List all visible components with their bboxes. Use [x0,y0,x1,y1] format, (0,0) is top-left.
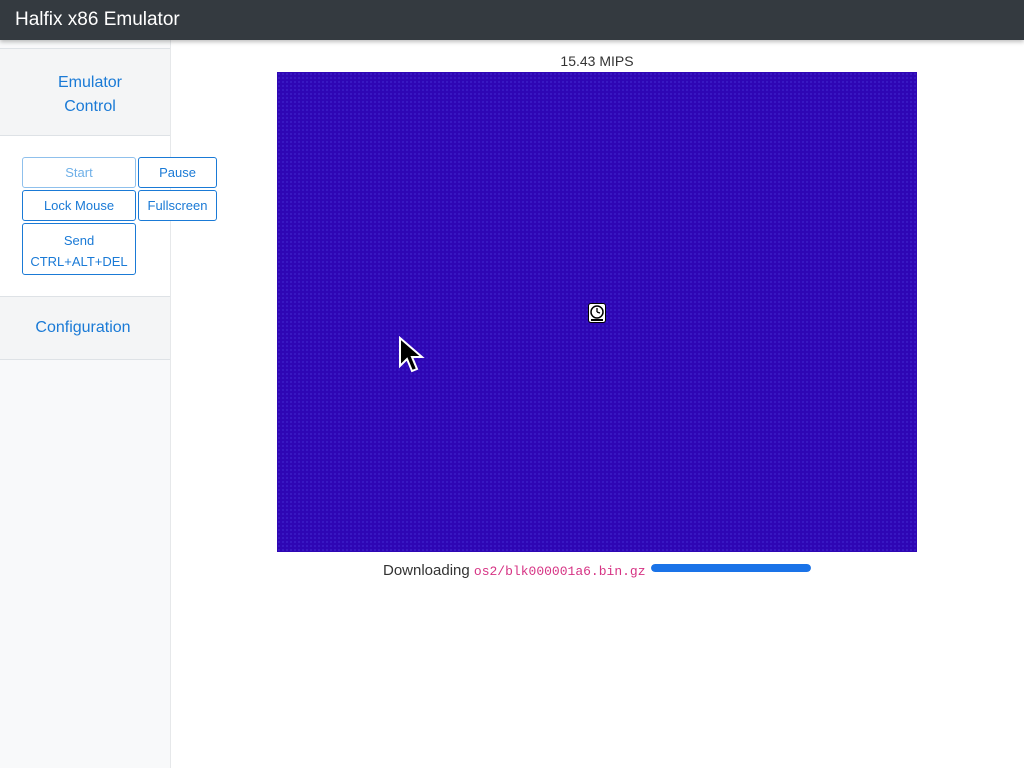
download-filename: os2/blk000001a6.bin.gz [473,564,646,579]
send-label: Send [63,233,95,248]
send-ctrl-alt-del-button[interactable]: Send CTRL+ALT+DEL [22,223,136,275]
download-progress-bar [651,564,811,572]
emulator-controls: Start Pause Lock Mouse Fullscreen Send C… [0,136,217,296]
configuration-section[interactable]: Configuration [0,296,170,360]
ctrl-alt-del-label: CTRL+ALT+DEL [30,254,128,269]
app-title[interactable]: Halfix x86 Emulator [15,8,180,32]
lock-mouse-button[interactable]: Lock Mouse [22,190,136,221]
emulator-control-section[interactable]: Emulator Control [0,48,170,136]
pause-button[interactable]: Pause [138,157,217,188]
download-status: Downloading os2/blk000001a6.bin.gz [383,561,646,582]
start-button[interactable]: Start [22,157,136,188]
fullscreen-button[interactable]: Fullscreen [138,190,217,221]
sidebar: Emulator Control Start Pause Lock Mouse … [0,40,217,768]
emulator-screen[interactable] [277,72,917,552]
configuration-label[interactable]: Configuration [35,319,130,336]
mips-readout: 15.43 MIPS [560,53,634,69]
download-progress-fill [651,564,811,572]
navbar: Halfix x86 Emulator [0,0,1024,40]
clock-icon [588,303,606,323]
emulator-control-label[interactable]: Emulator Control [50,71,130,119]
mouse-cursor-icon [399,336,425,373]
download-prefix: Downloading [383,562,470,579]
